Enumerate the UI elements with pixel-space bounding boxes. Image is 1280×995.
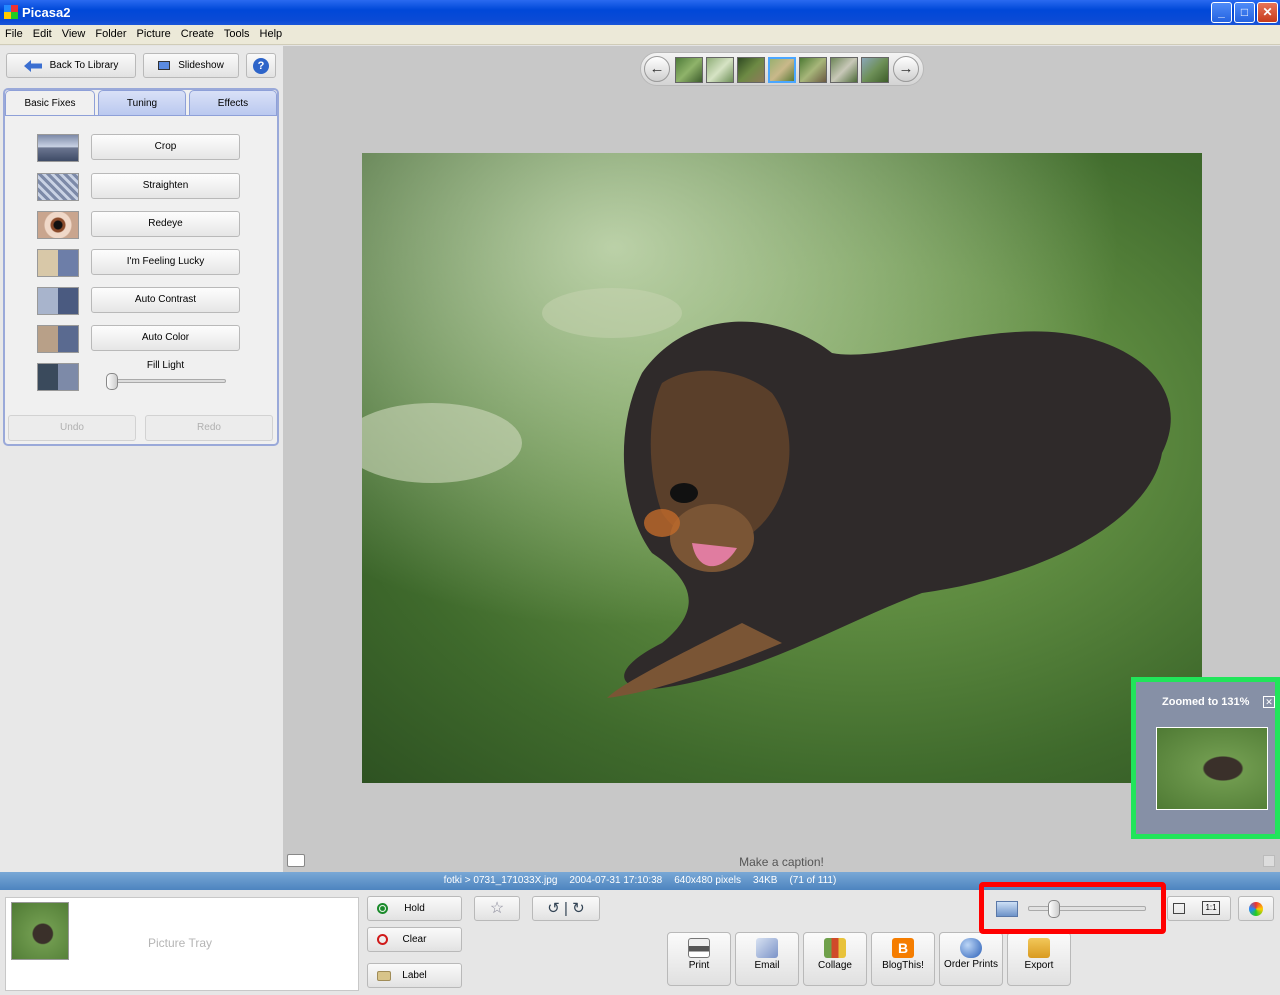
auto-contrast-button[interactable]: Auto Contrast <box>91 287 240 313</box>
title-bar: Picasa2 _ □ ✕ <box>0 0 1280 25</box>
printer-icon <box>688 938 710 958</box>
straighten-button[interactable]: Straighten <box>91 173 240 199</box>
email-icon <box>756 938 778 958</box>
dog-on-grass-photo <box>362 153 1202 783</box>
zoom-navigator-popup: Zoomed to 131% ✕ <box>1131 677 1280 839</box>
clear-icon <box>377 934 388 945</box>
star-button[interactable]: ☆ <box>474 896 520 921</box>
caption-icon[interactable] <box>287 854 305 867</box>
hold-button[interactable]: Hold <box>367 896 462 921</box>
crop-button[interactable]: Crop <box>91 134 240 160</box>
zoom-slider-thumb[interactable] <box>1048 900 1060 918</box>
picture-tray-label: Picture Tray <box>148 936 213 950</box>
hold-icon <box>377 903 388 914</box>
picasa-app-icon <box>4 5 18 19</box>
film-thumbnail[interactable] <box>861 57 889 83</box>
main-photo[interactable] <box>362 153 1202 783</box>
export-button[interactable]: Export <box>1007 932 1071 986</box>
export-folder-icon <box>1028 938 1050 958</box>
film-thumbnail[interactable] <box>799 57 827 83</box>
actual-size-icon[interactable]: 1:1 <box>1202 901 1220 915</box>
fill-light-slider-thumb[interactable] <box>106 373 118 390</box>
caption-field[interactable]: Make a caption! <box>283 855 1280 872</box>
slideshow-button[interactable]: Slideshow <box>143 53 239 78</box>
file-size: 34KB <box>752 875 778 886</box>
close-button[interactable]: ✕ <box>1257 2 1278 23</box>
trash-icon[interactable] <box>1263 855 1275 867</box>
auto-color-preview-icon <box>37 325 79 353</box>
fill-light-label: Fill Light <box>146 360 185 371</box>
tab-basic-fixes[interactable]: Basic Fixes <box>5 90 95 116</box>
redo-button[interactable]: Redo <box>145 415 273 441</box>
tray-thumbnail[interactable] <box>11 902 69 960</box>
zoom-preview-thumbnail[interactable] <box>1156 727 1268 810</box>
fill-light-preview-icon <box>37 363 79 391</box>
collage-button[interactable]: Collage <box>803 932 867 986</box>
menu-folder[interactable]: Folder <box>90 25 131 40</box>
collage-icon <box>824 938 846 958</box>
straighten-preview-icon <box>37 173 79 201</box>
label-button[interactable]: Label <box>367 963 462 988</box>
order-prints-button[interactable]: Order Prints <box>939 932 1003 986</box>
print-button[interactable]: Print <box>667 932 731 986</box>
film-thumbnail[interactable] <box>830 57 858 83</box>
blogthis-button[interactable]: B BlogThis! <box>871 932 935 986</box>
feeling-lucky-preview-icon <box>37 249 79 277</box>
fit-to-window-icon[interactable] <box>1173 903 1185 914</box>
color-wheel-icon <box>1249 902 1263 916</box>
maximize-button[interactable]: □ <box>1234 2 1255 23</box>
label-icon <box>377 971 391 981</box>
redeye-preview-icon <box>37 211 79 239</box>
help-button[interactable]: ? <box>246 53 276 78</box>
back-arrow-icon <box>23 59 42 72</box>
picture-tray: Picture Tray <box>5 897 359 991</box>
view-mode-buttons: 1:1 <box>1167 896 1231 921</box>
auto-color-button[interactable]: Auto Color <box>91 325 240 351</box>
slideshow-icon <box>158 61 171 70</box>
redeye-button[interactable]: Redeye <box>91 211 240 237</box>
color-picker-button[interactable] <box>1238 896 1274 921</box>
next-photo-button[interactable]: → <box>893 56 919 82</box>
menu-file[interactable]: File <box>0 25 28 40</box>
zoom-image-icon[interactable] <box>996 901 1018 917</box>
rotate-right-icon[interactable]: ↻ <box>572 900 585 917</box>
auto-contrast-preview-icon <box>37 287 79 315</box>
menu-bar: File Edit View Folder Picture Create Tools Help <box>0 25 1280 45</box>
clear-button[interactable]: Clear <box>367 927 462 952</box>
tab-tuning[interactable]: Tuning <box>98 90 186 116</box>
blogger-icon: B <box>892 938 914 958</box>
menu-tools[interactable]: Tools <box>219 25 255 40</box>
previous-photo-button[interactable]: ← <box>644 56 670 82</box>
filmstrip: ← → <box>640 52 924 86</box>
undo-button[interactable]: Undo <box>8 415 136 441</box>
zoom-close-icon[interactable]: ✕ <box>1263 696 1275 708</box>
menu-view[interactable]: View <box>57 25 91 40</box>
feeling-lucky-button[interactable]: I'm Feeling Lucky <box>91 249 240 275</box>
film-thumbnail[interactable] <box>737 57 765 83</box>
film-thumbnail-selected[interactable] <box>768 57 796 83</box>
crop-preview-icon <box>37 134 79 162</box>
menu-create[interactable]: Create <box>176 25 219 40</box>
tab-effects[interactable]: Effects <box>189 90 277 116</box>
help-icon: ? <box>253 57 269 74</box>
menu-picture[interactable]: Picture <box>132 25 176 40</box>
photo-index: (71 of 111) <box>789 875 837 886</box>
zoom-slider-track[interactable] <box>1028 906 1146 911</box>
fill-light-slider-track[interactable] <box>106 379 226 383</box>
menu-help[interactable]: Help <box>255 25 288 40</box>
minimize-button[interactable]: _ <box>1211 2 1232 23</box>
film-thumbnail[interactable] <box>675 57 703 83</box>
file-dimensions: 640x480 pixels <box>674 875 741 886</box>
file-path: fotki > 0731_171033X.jpg <box>443 875 558 886</box>
rotate-buttons: ↺ | ↻ <box>532 896 600 921</box>
film-thumbnail[interactable] <box>706 57 734 83</box>
file-date: 2004-07-31 17:10:38 <box>569 875 663 886</box>
globe-icon <box>960 938 982 958</box>
rotate-left-icon[interactable]: ↺ <box>547 900 560 917</box>
email-button[interactable]: Email <box>735 932 799 986</box>
window-title: Picasa2 <box>22 5 71 20</box>
zoom-level-label: Zoomed to 131% <box>1162 696 1250 708</box>
back-to-library-button[interactable]: Back To Library <box>6 53 136 78</box>
menu-edit[interactable]: Edit <box>28 25 57 40</box>
